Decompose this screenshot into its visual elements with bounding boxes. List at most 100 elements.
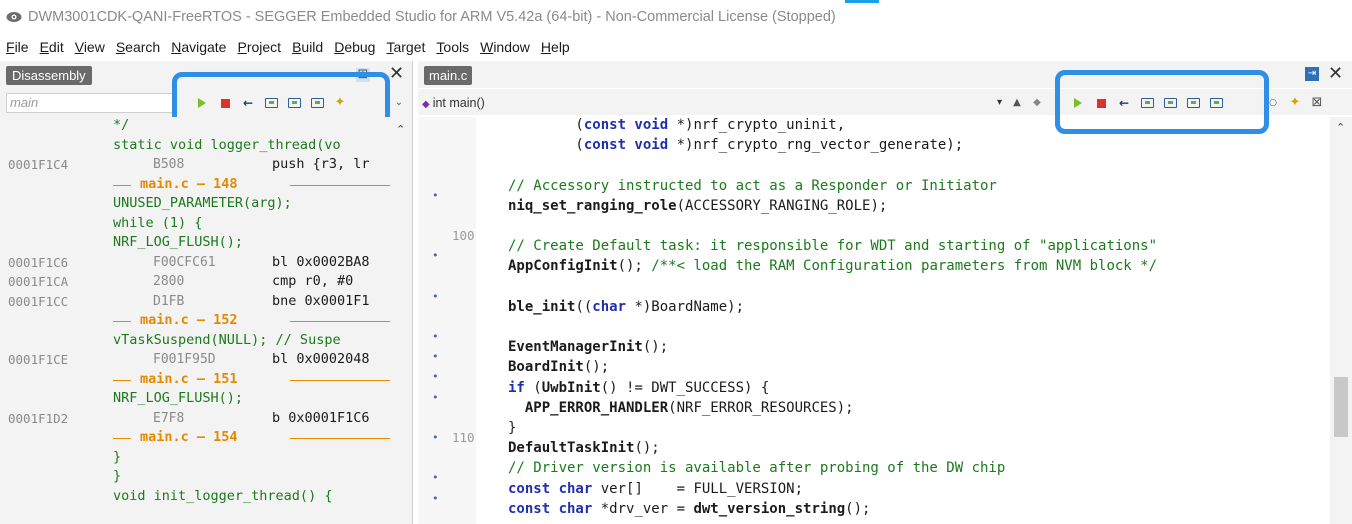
separator-rule	[290, 379, 390, 381]
breakpoint-location-icon[interactable]: •	[432, 347, 439, 367]
code-token: AppConfigInit	[508, 258, 618, 275]
menu-item-edit[interactable]: Edit	[40, 39, 64, 55]
gutter-line[interactable]	[418, 206, 476, 226]
gutter-line[interactable]	[418, 307, 476, 327]
gutter-line[interactable]	[418, 145, 476, 165]
gutter-line[interactable]: •	[418, 246, 476, 266]
disassembly-scrollbar[interactable]: ⌃	[392, 117, 412, 524]
code-editor[interactable]: (const void *)nrf_crypto_uninit, (const …	[508, 117, 1328, 524]
gutter-line[interactable]: • 110	[418, 428, 476, 448]
close-disassembly-icon[interactable]: ✕	[389, 65, 404, 83]
disassembly-instruction-row: 0001F1C6 F00CFC61 bl 0x0002BA8	[0, 254, 392, 271]
code-token: *)BoardName);	[626, 298, 745, 315]
code-token: const char	[508, 480, 593, 497]
function-dropdown-icon[interactable]: ▾	[997, 93, 1002, 113]
breakpoint-location-icon[interactable]: •	[432, 489, 439, 509]
menu-item-file[interactable]: File	[6, 39, 29, 55]
gutter-line[interactable]	[418, 266, 476, 286]
disassembly-source-row: while (1) {	[0, 215, 392, 232]
menu-item-navigate[interactable]: Navigate	[171, 39, 226, 55]
breakpoint-location-icon[interactable]: •	[432, 186, 439, 206]
instruction-mnemonic: bl 0x0002BA8	[272, 253, 370, 270]
editor-scroll-thumb[interactable]	[1334, 377, 1348, 437]
code-line: (const void *)nrf_crypto_rng_vector_gene…	[508, 135, 963, 155]
code-token: // Driver version is available after pro…	[508, 460, 1006, 477]
breakpoint-location-icon[interactable]: •	[432, 388, 439, 408]
code-token: (NRF_ERROR_RESOURCES);	[668, 399, 854, 416]
code-line: niq_set_ranging_role(ACCESSORY_RANGING_R…	[508, 196, 887, 216]
gutter-line[interactable]: •	[418, 489, 476, 509]
source-text: */	[113, 117, 130, 133]
breakpoint-location-icon[interactable]: •	[432, 327, 439, 347]
gutter-line[interactable]: •	[418, 287, 476, 307]
editor-scrollbar[interactable]: ⌃	[1330, 117, 1352, 524]
code-line: if (UwbInit() != DWT_SUCCESS) {	[508, 378, 769, 398]
menu-item-tools[interactable]: Tools	[436, 39, 469, 55]
editor-tab-main-c[interactable]: main.c	[424, 66, 473, 85]
menu-bar: File Edit View Search Navigate Project Build De…	[0, 34, 1352, 60]
source-text: }	[113, 468, 122, 484]
separator-rule	[290, 438, 390, 439]
code-token: if	[508, 379, 525, 396]
menu-item-search[interactable]: Search	[116, 39, 160, 55]
run-to-cursor-icon[interactable]: ✦	[1288, 96, 1302, 110]
menu-item-help[interactable]: Help	[541, 39, 570, 55]
title-bar: DWM3001CDK-QANI-FreeRTOS - SEGGER Embedd…	[0, 0, 1352, 34]
function-selector[interactable]: ◆ int main() ▾	[422, 93, 1002, 113]
disassembly-pane: Disassembly ▭ ⊞ ✕ main ← ✦ ⌄ */static vo…	[0, 61, 413, 524]
menu-item-target[interactable]: Target	[386, 39, 425, 55]
disassembly-location-input[interactable]: main	[6, 93, 174, 113]
instruction-address: 0001F1C6	[8, 254, 69, 270]
gutter-line[interactable]	[418, 448, 476, 468]
source-location-separator: main.c — 154	[0, 429, 392, 447]
breakpoint-location-icon[interactable]: •	[432, 287, 439, 307]
gutter-line[interactable]	[418, 408, 476, 428]
gutter-line[interactable]: •	[418, 367, 476, 387]
source-location-separator: main.c — 148	[0, 175, 392, 193]
instruction-opcode: B508	[153, 157, 185, 172]
code-line: DefaultTaskInit();	[508, 438, 660, 458]
disassembly-source-row: vTaskSuspend(NULL); // Suspe	[0, 332, 392, 349]
separator-label: main.c — 148	[136, 175, 242, 193]
disassembly-instruction-row: 0001F1CE F001F95D bl 0x0002048	[0, 351, 392, 368]
breakpoint-location-icon[interactable]: •	[432, 246, 439, 266]
menu-item-debug[interactable]: Debug	[334, 39, 375, 55]
gutter-line[interactable]: 100	[418, 226, 476, 246]
code-token: UwbInit	[541, 379, 601, 396]
code-token: const char	[508, 500, 593, 517]
gutter-line[interactable]: •	[418, 186, 476, 206]
source-text: UNUSED_PARAMETER(arg);	[113, 195, 292, 211]
gutter-line[interactable]: •	[418, 327, 476, 347]
scroll-up-icon[interactable]: ⌃	[1336, 121, 1345, 134]
toolbar-overflow-icon[interactable]: ⌄	[392, 96, 406, 110]
instruction-mnemonic: cmp r0, #0	[272, 273, 354, 289]
scroll-up-icon[interactable]: ⌃	[396, 123, 405, 136]
breakpoint-location-icon[interactable]: •	[432, 468, 439, 488]
breakpoint-location-icon[interactable]: •	[432, 367, 439, 387]
editor-dock-icon[interactable]: ⇥	[1305, 67, 1319, 81]
code-token: ver[] = FULL_VERSION;	[592, 480, 804, 497]
gutter-line[interactable]	[418, 165, 476, 185]
prev-function-icon[interactable]: ▲	[1010, 96, 1024, 110]
menu-item-project[interactable]: Project	[237, 39, 281, 55]
disassembly-listing: */ static void logger_thread(vo 0001F1C4 B5…	[0, 117, 392, 524]
disassembly-tab[interactable]: Disassembly	[6, 66, 92, 85]
gutter-line[interactable]: •	[418, 347, 476, 367]
gutter-line[interactable]: •	[418, 388, 476, 408]
breakpoint-location-icon[interactable]: •	[432, 428, 439, 448]
close-editor-icon[interactable]: ✕	[1328, 65, 1343, 83]
app-eye-icon	[6, 12, 22, 22]
gutter-line[interactable]	[418, 125, 476, 145]
code-line: APP_ERROR_HANDLER(NRF_ERROR_RESOURCES);	[508, 398, 854, 418]
separator-rule	[113, 184, 131, 186]
toggle-layout-icon[interactable]: ⊠	[1310, 96, 1324, 110]
menu-item-build[interactable]: Build	[292, 39, 323, 55]
menu-item-view[interactable]: View	[75, 39, 105, 55]
code-line: // Accessory instructed to act as a Resp…	[508, 176, 997, 196]
menu-item-window[interactable]: Window	[480, 39, 530, 55]
line-gutter: • 100 • • • • • • • 110 • •	[418, 117, 476, 524]
instruction-opcode: F00CFC61	[153, 254, 216, 270]
gutter-line[interactable]: •	[418, 468, 476, 488]
next-function-icon[interactable]: ◆	[1030, 96, 1044, 110]
